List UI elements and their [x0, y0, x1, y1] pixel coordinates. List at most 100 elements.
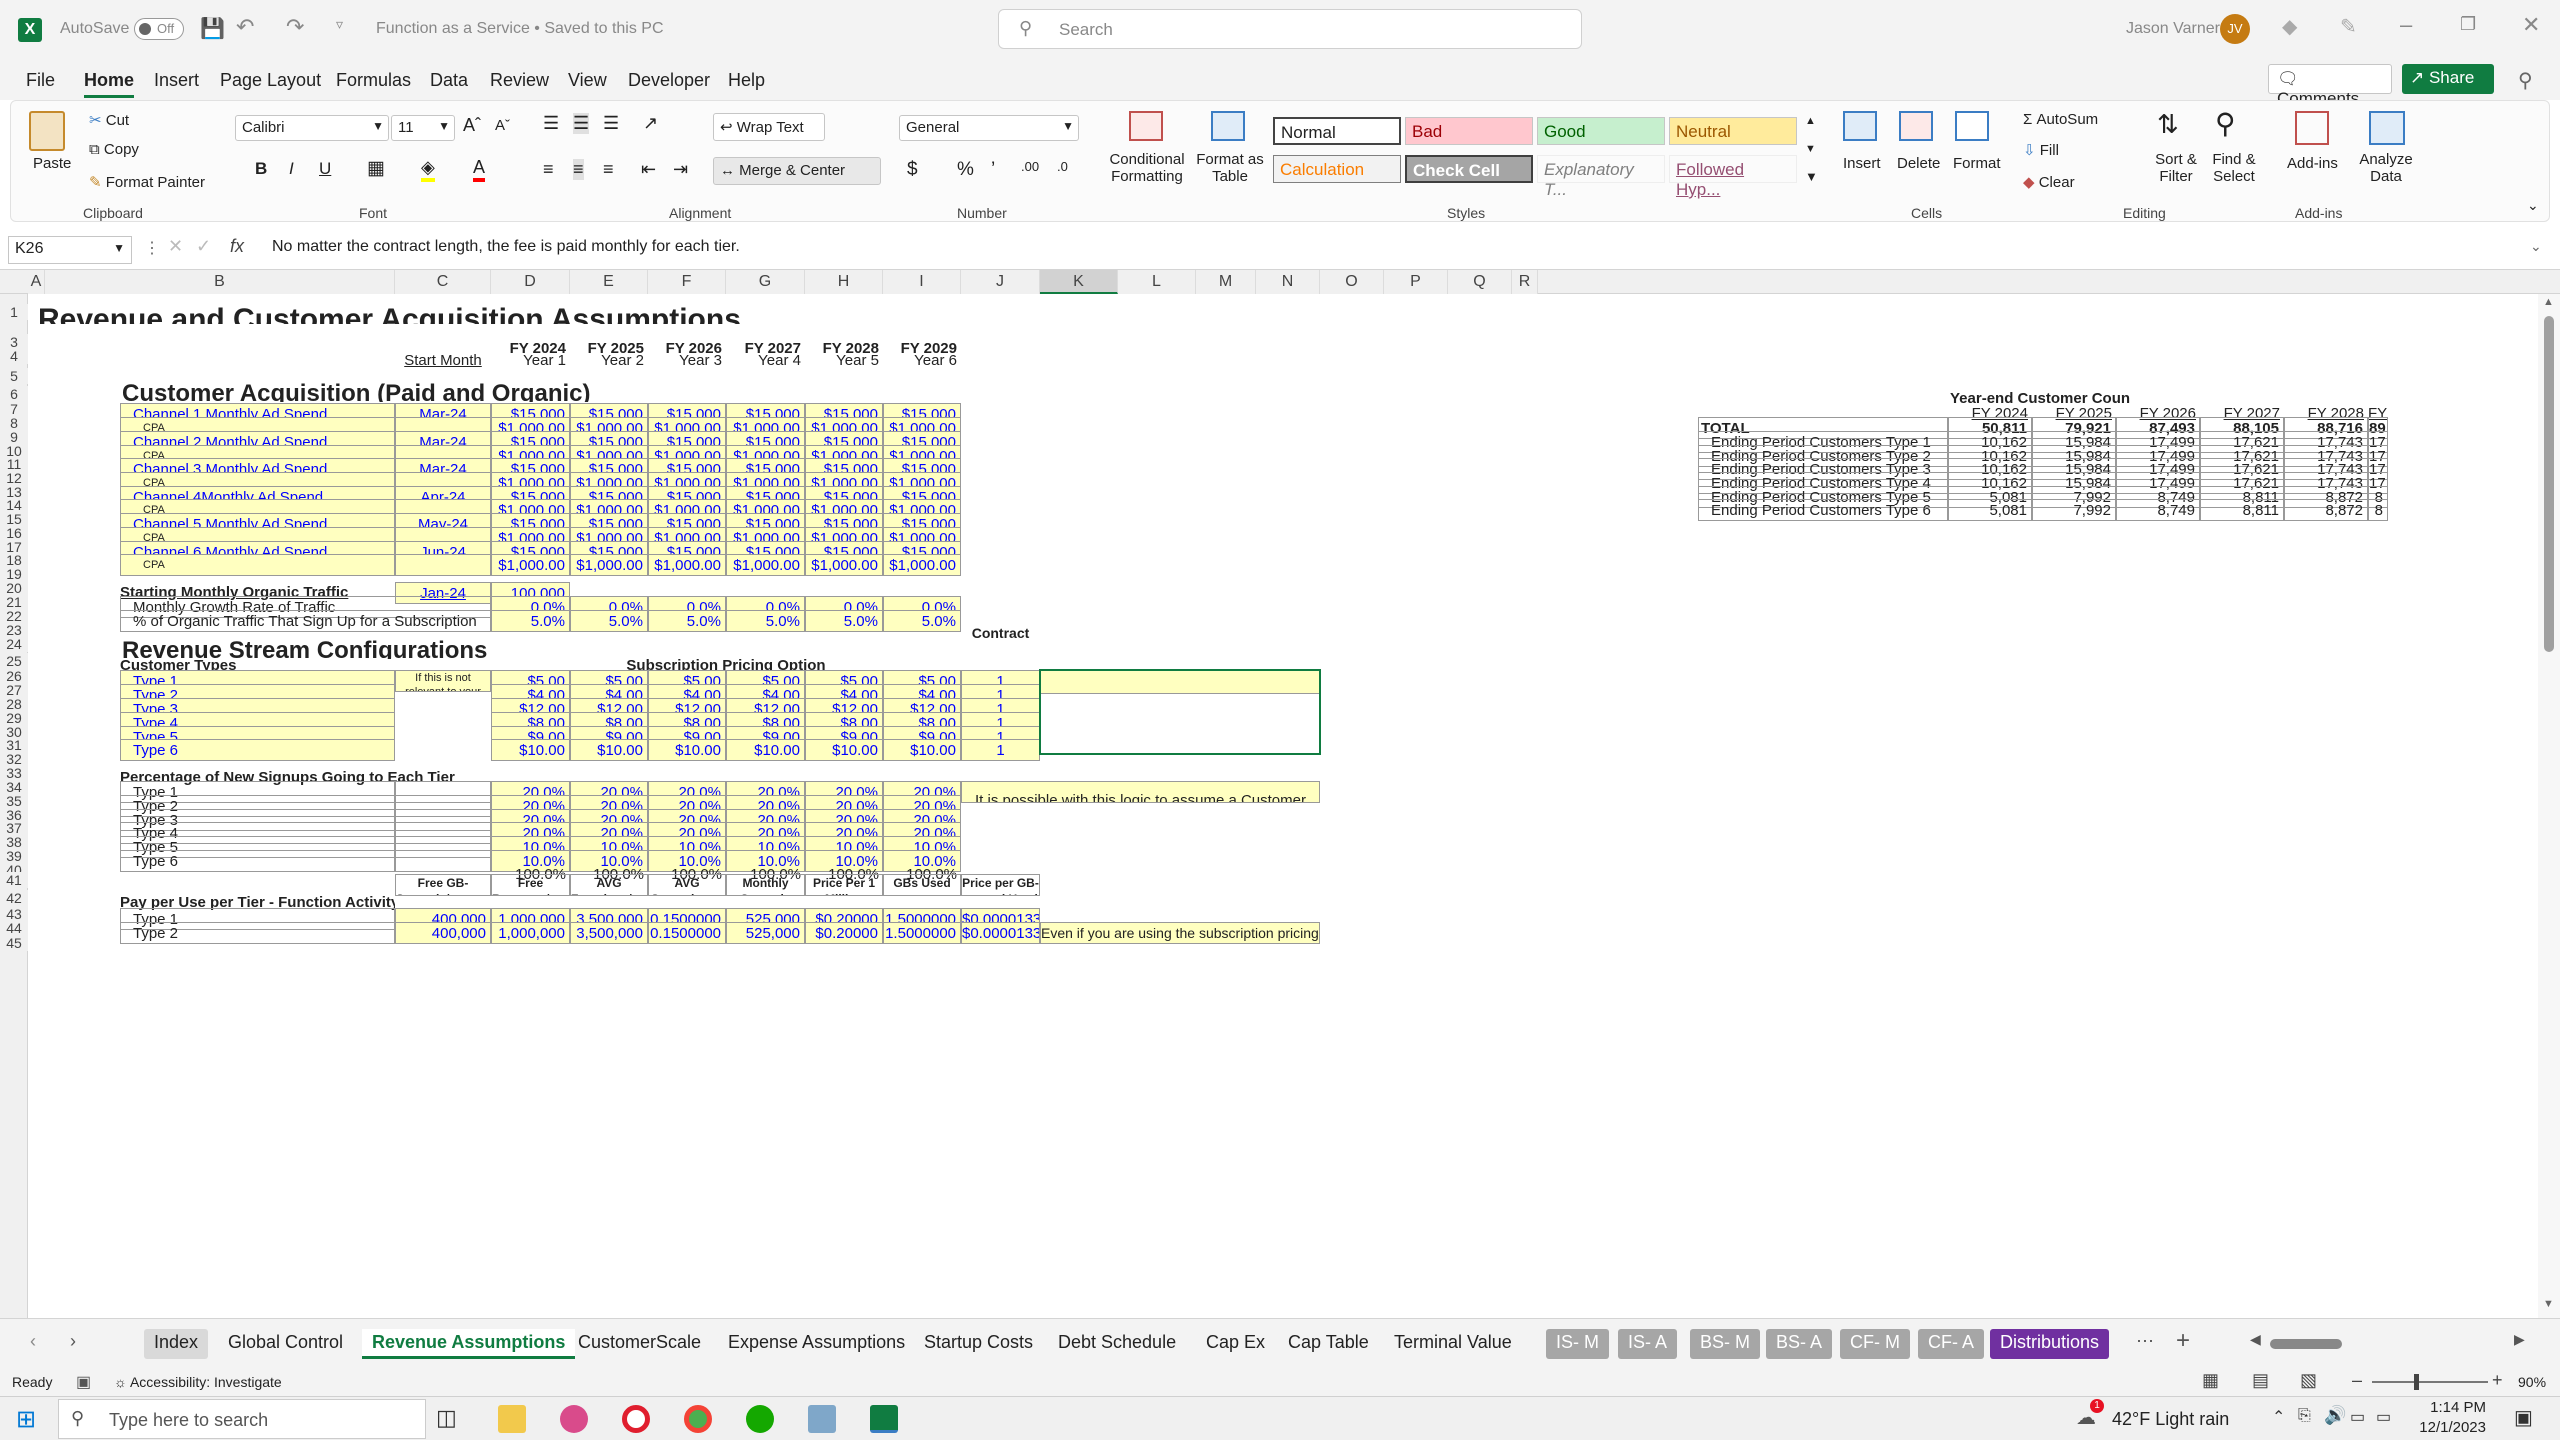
zoom-in-icon[interactable]: + — [2492, 1370, 2503, 1391]
tab-cf-m[interactable]: CF- M — [1840, 1329, 1910, 1359]
analyze-data-button[interactable]: Analyze Data — [2351, 151, 2421, 185]
feedback-icon[interactable]: ⚲ — [2518, 68, 2533, 93]
row-header[interactable]: 25 — [0, 653, 28, 669]
style-check-cell[interactable]: Check Cell — [1405, 155, 1533, 183]
comma-icon[interactable]: ’ — [991, 159, 995, 181]
decrease-indent-icon[interactable]: ⇤ — [641, 159, 656, 180]
tab-prev-icon[interactable]: ‹ — [30, 1331, 36, 1352]
insert-cells-button[interactable]: Insert — [1843, 155, 1881, 172]
menu-file[interactable]: File — [26, 70, 55, 91]
more-options-icon[interactable]: ⋮ — [144, 238, 160, 258]
row-header[interactable]: 45 — [0, 935, 28, 951]
font-color-icon[interactable]: A — [473, 157, 486, 182]
tab-global-control[interactable]: Global Control — [218, 1329, 353, 1359]
customize-qat-icon[interactable]: ▿ — [336, 16, 343, 33]
collapse-ribbon-icon[interactable]: ⌄ — [2527, 197, 2539, 214]
scroll-thumb[interactable] — [2544, 316, 2554, 652]
clock-time[interactable]: 1:14 PM — [2426, 1399, 2486, 1416]
app-icon[interactable] — [808, 1405, 836, 1433]
styles-more-icon[interactable]: ▼ — [1805, 169, 1818, 184]
signup-rate-value[interactable]: 5.0% — [726, 610, 805, 632]
tab-debt-schedule[interactable]: Debt Schedule — [1048, 1329, 1186, 1359]
menu-insert[interactable]: Insert — [154, 70, 199, 91]
decrease-decimal-icon[interactable]: .0 — [1057, 159, 1068, 174]
notifications-icon[interactable]: ▣ — [2514, 1405, 2533, 1430]
tab-startup-costs[interactable]: Startup Costs — [914, 1329, 1043, 1359]
network-icon[interactable]: ⎘ — [2298, 1407, 2311, 1425]
menu-view[interactable]: View — [568, 70, 607, 91]
ppu-header[interactable]: Monthly Seconds — [726, 874, 805, 896]
style-followed-hyperlink[interactable]: Followed Hyp... — [1669, 155, 1797, 199]
row-header[interactable]: 4 — [0, 348, 28, 364]
yec-value[interactable]: 5,081 — [1948, 499, 2032, 521]
format-cells-icon[interactable] — [1955, 111, 1989, 141]
note-pay-per-use[interactable]: Even if you are using the subscription p… — [1040, 922, 1320, 944]
menu-help[interactable]: Help — [728, 70, 765, 91]
format-as-table-button[interactable]: Format as Table — [1195, 151, 1265, 185]
menu-home[interactable]: Home — [84, 70, 135, 98]
style-normal[interactable]: Normal — [1273, 117, 1401, 145]
align-center-icon[interactable]: ≡ — [573, 159, 584, 180]
note-contract[interactable]: No matter the contract length, the fee i… — [1040, 670, 1320, 694]
ppu-value[interactable]: 0.1500000 — [648, 922, 726, 944]
sheet-title[interactable]: Revenue and Customer Acquisition Assumpt… — [38, 302, 938, 324]
insert-cells-icon[interactable] — [1843, 111, 1877, 141]
fill-color-icon[interactable]: ◈ — [421, 157, 435, 182]
paste-icon[interactable] — [29, 111, 65, 151]
signup-rate-value[interactable]: 5.0% — [570, 610, 648, 632]
vertical-scrollbar[interactable]: ▲ ▼ — [2538, 294, 2560, 1318]
currency-icon[interactable]: $ — [907, 159, 918, 181]
ppu-header[interactable]: Price per GB-second Used — [961, 874, 1040, 896]
increase-indent-icon[interactable]: ⇥ — [673, 159, 688, 180]
format-painter-button[interactable]: ✎ Format Painter — [89, 173, 205, 191]
horizontal-scroll-thumb[interactable] — [2270, 1339, 2342, 1349]
avatar[interactable]: JV — [2220, 14, 2250, 44]
zoom-level[interactable]: 90% — [2518, 1374, 2546, 1390]
horizontal-scroll-right-icon[interactable]: ▶ — [2514, 1331, 2525, 1348]
worksheet-grid[interactable]: ABCDEFGHIJKLMNOPQR 1 3 4 5 6 7 8 9 10 11 12 13 14 15 1… — [0, 270, 2560, 1318]
subscription-price[interactable]: $10.00 — [570, 739, 648, 761]
redo-icon[interactable]: ↷ — [286, 14, 304, 40]
ppu-value[interactable]: $0.20000 — [805, 922, 883, 944]
conditional-formatting-icon[interactable] — [1129, 111, 1163, 141]
tab-expense-assumptions[interactable]: Expense Assumptions — [718, 1329, 915, 1359]
yec-label[interactable]: Ending Period Customers Type 6 — [1698, 499, 1948, 521]
ppu-value[interactable]: 1.5000000 — [883, 922, 961, 944]
percent-icon[interactable]: % — [957, 159, 974, 181]
ppu-header[interactable]: Free GB-Seconds/customer/mo. — [395, 874, 491, 896]
file-explorer-icon[interactable] — [498, 1405, 526, 1433]
tab-customerscale[interactable]: CustomerScale — [568, 1329, 711, 1359]
orientation-icon[interactable]: ↗ — [643, 113, 658, 134]
tab-next-icon[interactable]: › — [70, 1331, 76, 1352]
clear-button[interactable]: ◆ Clear — [2023, 173, 2075, 191]
align-middle-icon[interactable]: ☰ — [573, 113, 590, 134]
yec-value[interactable]: 8 — [2368, 499, 2388, 521]
ppu-value[interactable]: 400,000 — [395, 922, 491, 944]
row-header[interactable]: 1 — [0, 304, 28, 320]
pen-icon[interactable]: ✎ — [2340, 14, 2357, 39]
ppu-header[interactable]: AVG Functions/mo./cust omer — [570, 874, 648, 896]
year-header[interactable]: Year 5 — [805, 350, 883, 372]
cpa-month-empty[interactable] — [395, 554, 491, 576]
style-good[interactable]: Good — [1537, 117, 1665, 145]
enter-icon[interactable]: ✓ — [196, 236, 211, 257]
upwork-icon[interactable] — [746, 1405, 774, 1433]
ppu-value[interactable]: 1,000,000 — [491, 922, 570, 944]
windows-start-icon[interactable]: ⊞ — [16, 1405, 36, 1434]
row-header[interactable]: 42 — [0, 890, 28, 906]
signup-rate-value[interactable]: 5.0% — [648, 610, 726, 632]
cancel-icon[interactable]: ✕ — [168, 236, 183, 257]
number-format-select[interactable]: General ▼ — [899, 115, 1079, 141]
column-header-r[interactable]: R — [1512, 270, 1538, 294]
volume-icon[interactable]: 🔊 — [2324, 1405, 2346, 1426]
italic-icon[interactable]: I — [289, 159, 294, 179]
note-zero-out[interactable]: If this is not relevant to your business… — [395, 670, 491, 692]
opera-icon[interactable] — [622, 1405, 650, 1433]
snipping-tool-icon[interactable] — [560, 1405, 588, 1433]
menu-developer[interactable]: Developer — [628, 70, 710, 91]
year-header[interactable]: Year 2 — [570, 350, 648, 372]
ppu-value[interactable]: $0.000013333 — [961, 922, 1040, 944]
tab-cap-ex[interactable]: Cap Ex — [1196, 1329, 1275, 1359]
format-cells-button[interactable]: Format — [1953, 155, 2001, 172]
paste-button[interactable]: Paste — [33, 155, 71, 172]
